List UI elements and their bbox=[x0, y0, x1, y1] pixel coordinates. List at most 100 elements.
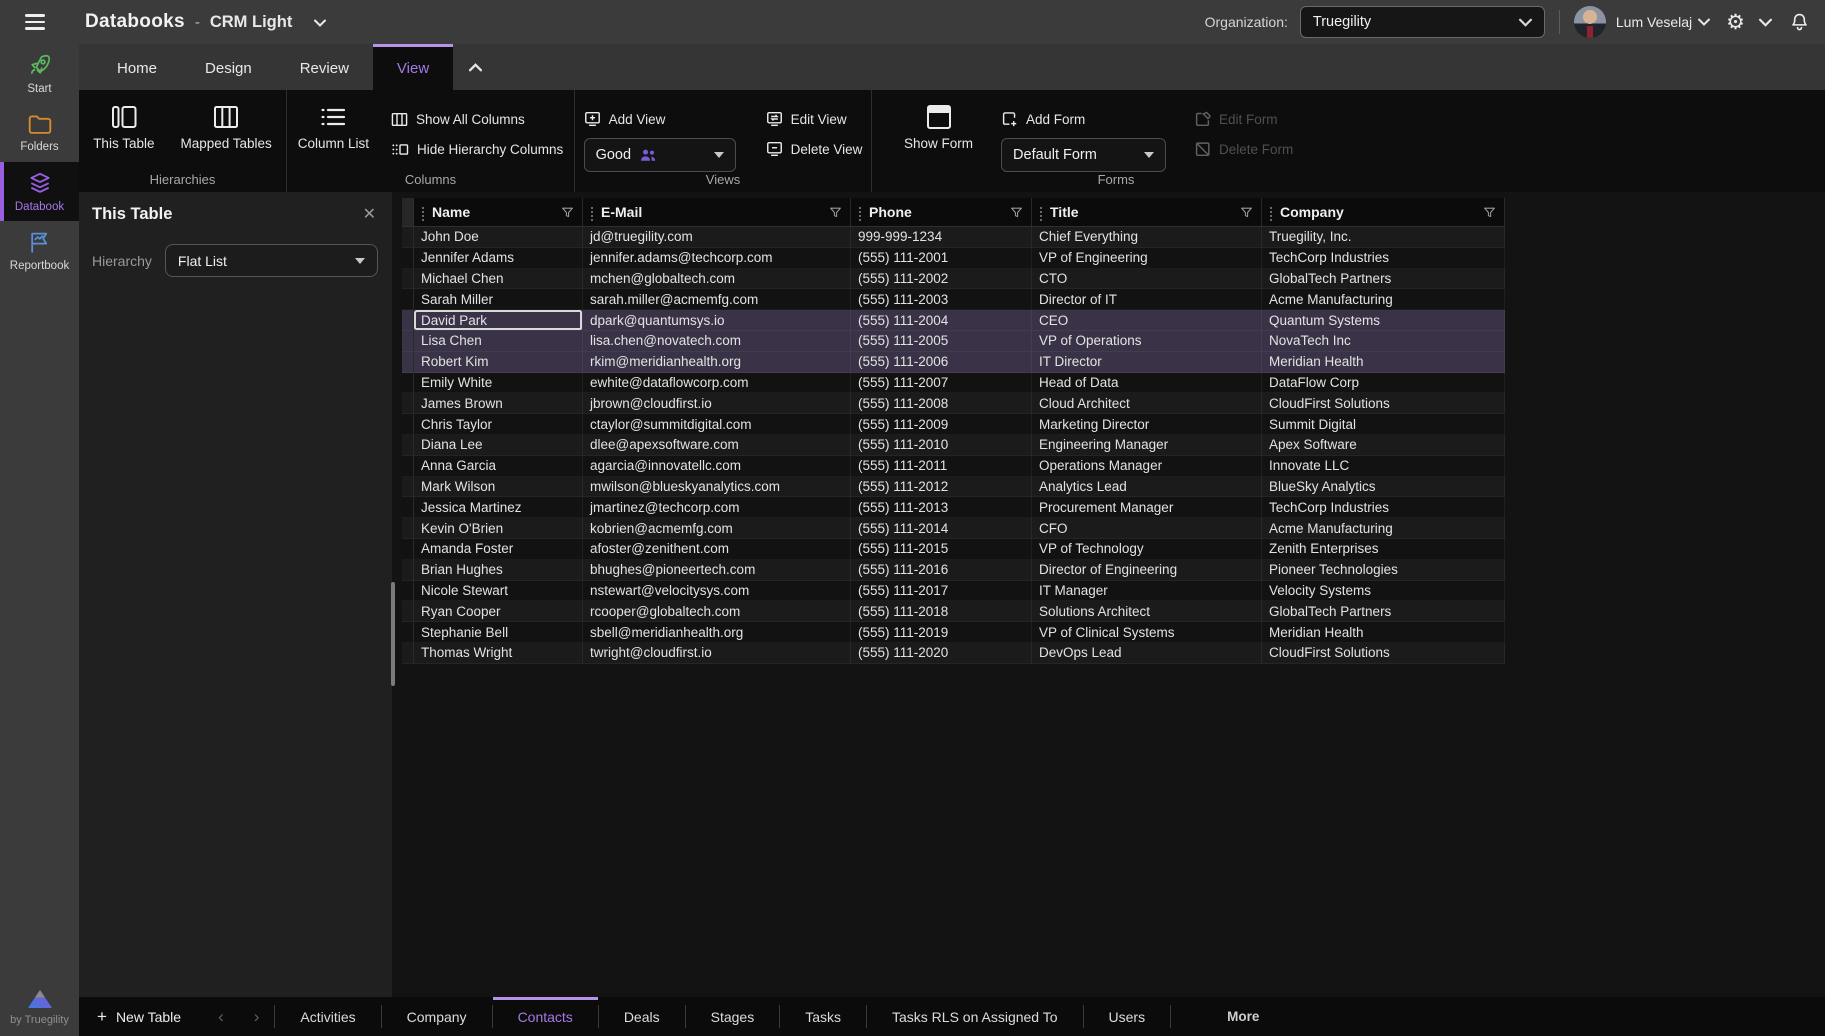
user-avatar[interactable] bbox=[1574, 6, 1606, 38]
grid-corner-cell[interactable] bbox=[402, 198, 414, 226]
ribbon-collapse-chevron-up-icon[interactable] bbox=[453, 44, 498, 90]
cell-title[interactable]: CEO bbox=[1032, 310, 1262, 331]
cell-name[interactable]: Jennifer Adams bbox=[414, 248, 583, 269]
row-selector-gutter[interactable] bbox=[402, 435, 414, 456]
cell-title[interactable]: VP of Technology bbox=[1032, 539, 1262, 560]
table-tab-tasks-rls-on-assigned-to[interactable]: Tasks RLS on Assigned To bbox=[867, 997, 1083, 1036]
table-tab-users[interactable]: Users bbox=[1084, 997, 1171, 1036]
column-header-name[interactable]: Name bbox=[414, 198, 583, 226]
table-tab-deals[interactable]: Deals bbox=[599, 997, 685, 1036]
row-selector-gutter[interactable] bbox=[402, 269, 414, 290]
row-selector-gutter[interactable] bbox=[402, 289, 414, 310]
more-tables-button[interactable]: More bbox=[1201, 997, 1285, 1036]
row-selector-gutter[interactable] bbox=[402, 414, 414, 435]
cell-name[interactable]: Jessica Martinez bbox=[414, 497, 583, 518]
cell-company[interactable]: Meridian Health bbox=[1262, 622, 1505, 643]
table-tab-company[interactable]: Company bbox=[382, 997, 492, 1036]
filter-funnel-icon[interactable] bbox=[1483, 206, 1496, 219]
cell-company[interactable]: Acme Manufacturing bbox=[1262, 518, 1505, 539]
ribbon-tab-review[interactable]: Review bbox=[276, 44, 373, 90]
ribbon-tab-view[interactable]: View bbox=[373, 44, 453, 90]
cell-e-mail[interactable]: bhughes@pioneertech.com bbox=[583, 560, 851, 581]
column-header-phone[interactable]: Phone bbox=[851, 198, 1032, 226]
column-grip-icon[interactable] bbox=[1040, 211, 1042, 213]
cell-name[interactable]: Ryan Cooper bbox=[414, 601, 583, 622]
cell-e-mail[interactable]: rkim@meridianhealth.org bbox=[583, 352, 851, 373]
cell-e-mail[interactable]: dpark@quantumsys.io bbox=[583, 310, 851, 331]
cell-company[interactable]: GlobalTech Partners bbox=[1262, 269, 1505, 290]
row-selector-gutter[interactable] bbox=[402, 497, 414, 518]
cell-name[interactable]: Diana Lee bbox=[414, 435, 583, 456]
settings-chevron-down-icon[interactable] bbox=[1759, 18, 1772, 27]
cell-company[interactable]: Apex Software bbox=[1262, 435, 1505, 456]
edit-form-button[interactable]: Edit Form bbox=[1194, 108, 1293, 130]
cell-title[interactable]: Operations Manager bbox=[1032, 456, 1262, 477]
user-chevron-down-icon[interactable] bbox=[1698, 18, 1710, 26]
add-form-button[interactable]: Add Form bbox=[1001, 108, 1166, 130]
cell-name[interactable]: Robert Kim bbox=[414, 352, 583, 373]
cell-name[interactable]: David Park bbox=[414, 310, 583, 331]
cell-company[interactable]: NovaTech Inc bbox=[1262, 331, 1505, 352]
cell-e-mail[interactable]: jd@truegility.com bbox=[583, 227, 851, 248]
sidebar-item-folders[interactable]: Folders bbox=[0, 103, 79, 162]
cell-e-mail[interactable]: lisa.chen@novatech.com bbox=[583, 331, 851, 352]
cell-name[interactable]: Emily White bbox=[414, 373, 583, 394]
form-selector[interactable]: Default Form bbox=[1001, 138, 1166, 172]
cell-name[interactable]: Kevin O'Brien bbox=[414, 518, 583, 539]
cell-phone[interactable]: (555) 111-2018 bbox=[851, 601, 1032, 622]
ribbon-tab-home[interactable]: Home bbox=[93, 44, 181, 90]
panel-close-icon[interactable]: ✕ bbox=[363, 204, 376, 224]
cell-name[interactable]: Lisa Chen bbox=[414, 331, 583, 352]
cell-title[interactable]: CTO bbox=[1032, 269, 1262, 290]
cell-company[interactable]: Truegility, Inc. bbox=[1262, 227, 1505, 248]
hide-hierarchy-columns-button[interactable]: Hide Hierarchy Columns bbox=[391, 138, 563, 160]
cell-title[interactable]: Analytics Lead bbox=[1032, 477, 1262, 498]
cell-title[interactable]: VP of Clinical Systems bbox=[1032, 622, 1262, 643]
cell-name[interactable]: Nicole Stewart bbox=[414, 581, 583, 602]
cell-name[interactable]: Stephanie Bell bbox=[414, 622, 583, 643]
cell-title[interactable]: Chief Everything bbox=[1032, 227, 1262, 248]
cell-company[interactable]: Velocity Systems bbox=[1262, 581, 1505, 602]
cell-e-mail[interactable]: jmartinez@techcorp.com bbox=[583, 497, 851, 518]
cell-e-mail[interactable]: ctaylor@summitdigital.com bbox=[583, 414, 851, 435]
new-table-button[interactable]: + New Table bbox=[79, 997, 203, 1036]
cell-e-mail[interactable]: jbrown@cloudfirst.io bbox=[583, 393, 851, 414]
cell-title[interactable]: Procurement Manager bbox=[1032, 497, 1262, 518]
row-selector-gutter[interactable] bbox=[402, 518, 414, 539]
cell-phone[interactable]: (555) 111-2005 bbox=[851, 331, 1032, 352]
column-header-title[interactable]: Title bbox=[1032, 198, 1262, 226]
cell-phone[interactable]: 999-999-1234 bbox=[851, 227, 1032, 248]
view-selector[interactable]: Good bbox=[584, 138, 736, 172]
cell-phone[interactable]: (555) 111-2013 bbox=[851, 497, 1032, 518]
hierarchy-select[interactable]: Flat List bbox=[165, 244, 378, 277]
cell-phone[interactable]: (555) 111-2020 bbox=[851, 643, 1032, 664]
cell-phone[interactable]: (555) 111-2012 bbox=[851, 477, 1032, 498]
cell-title[interactable]: IT Director bbox=[1032, 352, 1262, 373]
cell-phone[interactable]: (555) 111-2007 bbox=[851, 373, 1032, 394]
cell-company[interactable]: Summit Digital bbox=[1262, 414, 1505, 435]
row-selector-gutter[interactable] bbox=[402, 331, 414, 352]
tabs-scroll-right-chevron-icon[interactable]: › bbox=[239, 997, 275, 1036]
notifications-bell-icon[interactable] bbox=[1790, 12, 1809, 33]
cell-title[interactable]: VP of Engineering bbox=[1032, 248, 1262, 269]
cell-title[interactable]: CFO bbox=[1032, 518, 1262, 539]
table-tab-contacts[interactable]: Contacts bbox=[493, 997, 598, 1036]
add-view-button[interactable]: Add View bbox=[584, 108, 736, 130]
cell-title[interactable]: Cloud Architect bbox=[1032, 393, 1262, 414]
cell-e-mail[interactable]: agarcia@innovatellc.com bbox=[583, 456, 851, 477]
vertical-scrollbar[interactable] bbox=[391, 582, 395, 686]
column-grip-icon[interactable] bbox=[422, 211, 424, 213]
workspace-chevron-down-icon[interactable] bbox=[314, 19, 326, 27]
cell-e-mail[interactable]: dlee@apexsoftware.com bbox=[583, 435, 851, 456]
cell-e-mail[interactable]: kobrien@acmemfg.com bbox=[583, 518, 851, 539]
cell-e-mail[interactable]: mwilson@blueskyanalytics.com bbox=[583, 477, 851, 498]
cell-name[interactable]: Thomas Wright bbox=[414, 643, 583, 664]
cell-name[interactable]: Brian Hughes bbox=[414, 560, 583, 581]
row-selector-gutter[interactable] bbox=[402, 352, 414, 373]
column-grip-icon[interactable] bbox=[859, 211, 861, 213]
cell-phone[interactable]: (555) 111-2009 bbox=[851, 414, 1032, 435]
row-selector-gutter[interactable] bbox=[402, 622, 414, 643]
row-selector-gutter[interactable] bbox=[402, 373, 414, 394]
row-selector-gutter[interactable] bbox=[402, 539, 414, 560]
cell-e-mail[interactable]: nstewart@velocitysys.com bbox=[583, 581, 851, 602]
